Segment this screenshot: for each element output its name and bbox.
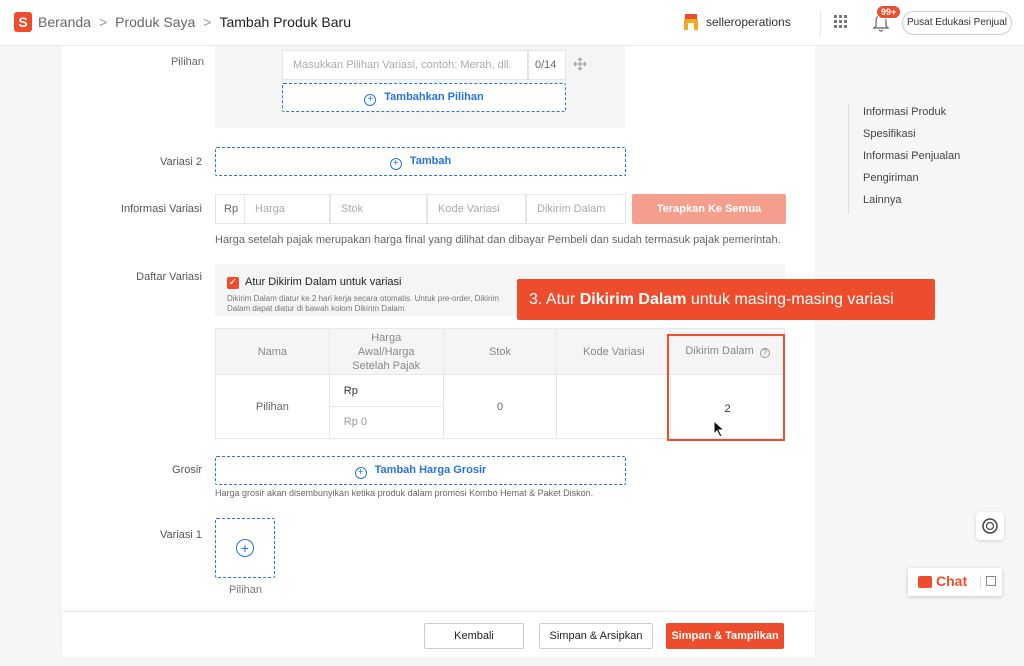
variation-info-label: Informasi Variasi xyxy=(120,203,202,215)
row-price: Rp Rp 0 xyxy=(328,374,444,439)
chat-bubble-icon xyxy=(918,576,932,588)
plus-circle-icon: + xyxy=(364,94,377,106)
variation1-label: Variasi 1 xyxy=(160,529,202,541)
ship-days-checkbox-label: Atur Dikirim Dalam untuk variasi xyxy=(245,276,402,288)
row-stock-input[interactable]: 0 xyxy=(442,374,558,439)
option-label: Pilihan xyxy=(170,56,204,68)
callout-bold: Dikirim Dalam xyxy=(579,291,687,308)
drag-handle-icon[interactable] xyxy=(573,57,587,71)
apps-grid-icon[interactable] xyxy=(834,15,848,29)
stock-input[interactable]: Stok xyxy=(330,194,427,224)
add-wholesale-button[interactable]: + Tambah Harga Grosir xyxy=(215,456,626,485)
add-variation2-button[interactable]: + Tambah xyxy=(215,147,626,176)
nav-item-product-info[interactable]: Informasi Produk xyxy=(863,104,960,126)
chat-divider xyxy=(980,575,981,589)
back-button[interactable]: Kembali xyxy=(424,623,524,649)
header-divider xyxy=(820,10,821,36)
save-show-button[interactable]: Simpan & Tampilkan xyxy=(666,623,784,649)
wholesale-label: Grosir xyxy=(172,464,202,476)
variation-code-input[interactable]: Kode Variasi xyxy=(427,194,526,224)
breadcrumb-home[interactable]: Beranda xyxy=(38,14,91,30)
notification-badge: 99+ xyxy=(876,5,902,19)
plus-circle-icon: + xyxy=(389,158,402,170)
row-code-input[interactable] xyxy=(556,374,672,439)
top-bar: S Beranda > Produk Saya > Tambah Produk Baru… xyxy=(0,0,1024,46)
section-nav: Informasi Produk Spesifikasi Informasi P… xyxy=(848,104,960,214)
price-input[interactable]: Harga xyxy=(244,194,330,224)
column-header-stock: Stok xyxy=(442,328,558,375)
callout-prefix: 3. Atur xyxy=(529,291,580,308)
headset-icon xyxy=(982,518,998,534)
plus-circle-icon: + xyxy=(354,467,367,479)
row-name: Pilihan xyxy=(215,374,330,439)
seller-education-button[interactable]: Pusat Edukasi Penjual xyxy=(902,11,1012,35)
add-option-label: Tambahkan Pilihan xyxy=(384,91,484,103)
form-footer: Kembali Simpan & Arsipkan Simpan & Tampi… xyxy=(62,611,815,657)
option-input[interactable]: Masukkan Pilihan Variasi, contoh: Merah,… xyxy=(282,50,528,80)
variation-image-upload[interactable]: + xyxy=(215,518,275,578)
save-archive-button[interactable]: Simpan & Arsipkan xyxy=(539,623,653,649)
breadcrumb-separator: > xyxy=(203,14,212,30)
tax-hint: Harga setelah pajak merupakan harga fina… xyxy=(215,234,781,246)
breadcrumb-current: Tambah Produk Baru xyxy=(219,14,352,30)
price-after-tax-value: Rp 0 xyxy=(343,416,368,428)
variation-list-label: Daftar Variasi xyxy=(136,271,202,283)
shop-avatar-icon xyxy=(684,14,698,30)
ship-days-checkbox[interactable]: ✓ xyxy=(227,277,239,289)
nav-item-others[interactable]: Lainnya xyxy=(863,192,960,214)
breadcrumb: Beranda > Produk Saya > Tambah Produk Baru xyxy=(38,14,351,30)
product-form-card: Pilihan Masukkan Pilihan Variasi, contoh… xyxy=(62,46,935,611)
wholesale-hint: Harga grosir akan disembunyikan ketika p… xyxy=(215,488,594,498)
currency-prefix: Rp xyxy=(215,194,245,224)
column-header-price: Harga Awal/Harga Setelah Pajak xyxy=(328,328,444,375)
nav-item-shipping[interactable]: Pengiriman xyxy=(863,170,960,192)
minimize-icon[interactable] xyxy=(986,576,996,586)
nav-item-sales-info[interactable]: Informasi Penjualan xyxy=(863,148,960,170)
column-header-name: Nama xyxy=(215,328,330,375)
callout-suffix: untuk masing-masing variasi xyxy=(686,291,894,308)
mouse-cursor-icon xyxy=(713,420,726,438)
chat-label: Chat xyxy=(936,573,968,589)
add-variation2-label: Tambah xyxy=(409,155,452,167)
breadcrumb-separator: > xyxy=(98,14,108,30)
apply-all-button[interactable]: Terapkan Ke Semua xyxy=(632,194,786,224)
shop-account[interactable]: selleroperations xyxy=(682,12,791,32)
column-header-code: Kode Variasi xyxy=(556,328,672,375)
ship-days-input[interactable]: Dikirim Dalam xyxy=(526,194,626,224)
price-before-tax-input[interactable]: Rp xyxy=(329,375,443,407)
breadcrumb-products[interactable]: Produk Saya xyxy=(115,14,195,30)
shop-name: selleroperations xyxy=(706,15,791,29)
nav-item-specifications[interactable]: Spesifikasi xyxy=(863,126,960,148)
plus-circle-icon: + xyxy=(236,539,254,557)
ship-days-note: Dikirim Dalam diatur ke 2 hari kerja sec… xyxy=(227,294,500,313)
add-option-button[interactable]: + Tambahkan Pilihan xyxy=(282,83,566,112)
shopee-logo-icon[interactable]: S xyxy=(14,12,32,32)
image-upload-caption: Pilihan xyxy=(229,584,263,596)
tutorial-callout: 3. Atur Dikirim Dalam untuk masing-masin… xyxy=(517,279,935,320)
chat-widget[interactable]: Chat xyxy=(908,568,1002,596)
support-button[interactable] xyxy=(976,512,1004,540)
variation2-label: Variasi 2 xyxy=(160,156,202,168)
option-char-counter: 0/14 xyxy=(528,50,566,80)
add-wholesale-label: Tambah Harga Grosir xyxy=(374,464,487,476)
